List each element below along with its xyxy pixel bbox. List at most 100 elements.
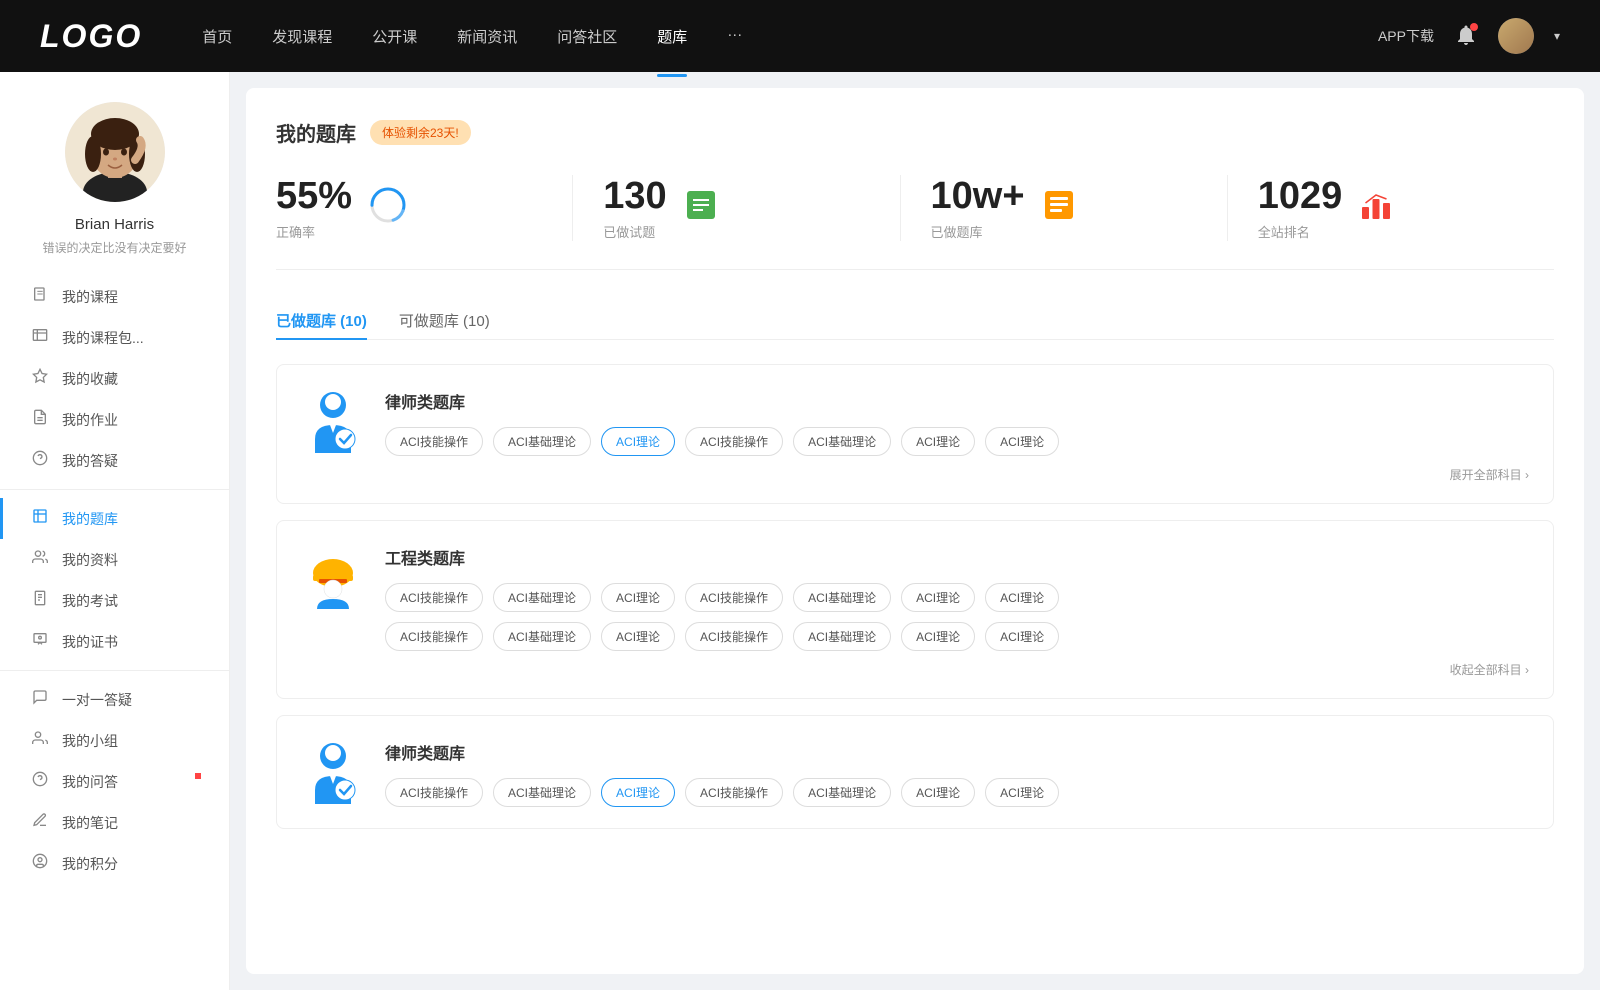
sidebar-item-questions[interactable]: 我的问答 xyxy=(0,761,229,802)
lawyer-icon xyxy=(305,389,361,453)
tag-item[interactable]: ACI基础理论 xyxy=(793,427,891,456)
tag-item[interactable]: ACI理论 xyxy=(601,583,675,612)
sidebar-item-favorites[interactable]: 我的收藏 xyxy=(0,358,229,399)
qbank-lawyer-2-tags: ACI技能操作 ACI基础理论 ACI理论 ACI技能操作 ACI基础理论 AC… xyxy=(385,778,1529,807)
sidebar-avatar-image xyxy=(65,102,165,202)
sidebar-item-profile[interactable]: 我的资料 xyxy=(0,539,229,580)
top-navigation: LOGO 首页 发现课程 公开课 新闻资讯 问答社区 题库 ··· APP下载 … xyxy=(0,0,1600,72)
tag-item[interactable]: ACI基础理论 xyxy=(493,583,591,612)
qa-icon xyxy=(30,450,50,471)
tag-item[interactable]: ACI理论 xyxy=(985,583,1059,612)
accuracy-label: 正确率 xyxy=(276,222,352,241)
nav-courses[interactable]: 发现课程 xyxy=(272,22,332,51)
main-layout: Brian Harris 错误的决定比没有决定要好 我的课程 我的课程包... … xyxy=(0,72,1600,990)
nav-news[interactable]: 新闻资讯 xyxy=(457,22,517,51)
rank-value: 1029 xyxy=(1258,175,1343,218)
tag-item[interactable]: ACI理论 xyxy=(901,427,975,456)
sidebar-item-questionbank[interactable]: 我的题库 xyxy=(0,498,229,539)
questionbank-icon xyxy=(30,508,50,529)
done-questions-value: 130 xyxy=(603,175,666,218)
qbank-lawyer-1-tags: ACI技能操作 ACI基础理论 ACI理论 ACI技能操作 ACI基础理论 AC… xyxy=(385,427,1529,456)
avatar-image xyxy=(1498,18,1534,54)
tag-item[interactable]: ACI理论 xyxy=(901,583,975,612)
tag-item[interactable]: ACI基础理论 xyxy=(493,778,591,807)
nav-right-section: APP下载 ▾ xyxy=(1378,18,1560,54)
notification-bell[interactable] xyxy=(1454,23,1478,50)
qbank-lawyer-1-header: 律师类题库 ACI技能操作 ACI基础理论 ACI理论 ACI技能操作 ACI基… xyxy=(301,385,1529,483)
tag-item[interactable]: ACI基础理论 xyxy=(493,427,591,456)
tag-item[interactable]: ACI基础理论 xyxy=(793,583,891,612)
sidebar-item-course-package[interactable]: 我的课程包... xyxy=(0,317,229,358)
stat-accuracy: 55% 正确率 xyxy=(276,175,573,241)
user-avatar[interactable] xyxy=(1498,18,1534,54)
nav-qa[interactable]: 问答社区 xyxy=(557,22,617,51)
sidebar-item-group[interactable]: 我的小组 xyxy=(0,720,229,761)
page-header: 我的题库 体验剩余23天! xyxy=(276,118,1554,147)
tag-item[interactable]: ACI技能操作 xyxy=(685,427,783,456)
qbank-lawyer-1-content: 律师类题库 ACI技能操作 ACI基础理论 ACI理论 ACI技能操作 ACI基… xyxy=(385,385,1529,483)
tag-item[interactable]: ACI基础理论 xyxy=(793,778,891,807)
notification-dot xyxy=(1470,23,1478,31)
qbank-engineer: 工程类题库 ACI技能操作 ACI基础理论 ACI理论 ACI技能操作 ACI基… xyxy=(276,520,1554,699)
nav-more[interactable]: ··· xyxy=(727,22,742,51)
sidebar-divider-1 xyxy=(0,489,229,490)
tag-item-active[interactable]: ACI理论 xyxy=(601,427,675,456)
qbank-lawyer-1: 律师类题库 ACI技能操作 ACI基础理论 ACI理论 ACI技能操作 ACI基… xyxy=(276,364,1554,504)
sidebar-item-my-courses[interactable]: 我的课程 xyxy=(0,276,229,317)
sidebar-item-notes[interactable]: 我的笔记 xyxy=(0,802,229,843)
tag-item[interactable]: ACI技能操作 xyxy=(685,622,783,651)
nav-home[interactable]: 首页 xyxy=(202,22,232,51)
expand-link-1[interactable]: 展开全部科目 › xyxy=(385,466,1529,483)
tag-item[interactable]: ACI技能操作 xyxy=(685,583,783,612)
course-package-icon xyxy=(30,327,50,348)
sidebar-motto: 错误的决定比没有决定要好 xyxy=(22,239,206,256)
engineer-icon xyxy=(305,545,361,609)
tag-item-active[interactable]: ACI理论 xyxy=(601,778,675,807)
qbank-lawyer-2-title: 律师类题库 xyxy=(385,736,1529,764)
nav-open-course[interactable]: 公开课 xyxy=(372,22,417,51)
tag-item[interactable]: ACI理论 xyxy=(901,778,975,807)
tutoring-icon xyxy=(30,689,50,710)
logo[interactable]: LOGO xyxy=(40,18,142,55)
tag-item[interactable]: ACI技能操作 xyxy=(385,778,483,807)
qbank-engineer-tags-row1: ACI技能操作 ACI基础理论 ACI理论 ACI技能操作 ACI基础理论 AC… xyxy=(385,583,1529,612)
tab-done-banks[interactable]: 已做题库 (10) xyxy=(276,302,367,339)
sidebar-username: Brian Harris xyxy=(75,216,154,233)
tab-available-banks[interactable]: 可做题库 (10) xyxy=(399,302,490,339)
tag-item[interactable]: ACI理论 xyxy=(985,622,1059,651)
stat-rank: 1029 全站排名 xyxy=(1228,175,1554,241)
done-questions-icon xyxy=(683,187,719,230)
sidebar-item-certificate[interactable]: 我的证书 xyxy=(0,621,229,662)
profile-icon xyxy=(30,549,50,570)
tag-item[interactable]: ACI理论 xyxy=(985,778,1059,807)
stat-done-banks: 10w+ 已做题库 xyxy=(901,175,1228,241)
sidebar-item-homework[interactable]: 我的作业 xyxy=(0,399,229,440)
tag-item[interactable]: ACI理论 xyxy=(601,622,675,651)
notes-icon xyxy=(30,812,50,833)
sidebar-item-qa[interactable]: 我的答疑 xyxy=(0,440,229,481)
avatar-dropdown-chevron[interactable]: ▾ xyxy=(1554,29,1560,43)
questions-icon xyxy=(30,771,50,792)
tag-item[interactable]: ACI技能操作 xyxy=(385,622,483,651)
sidebar-item-tutoring[interactable]: 一对一答疑 xyxy=(0,679,229,720)
tag-item[interactable]: ACI技能操作 xyxy=(385,583,483,612)
done-banks-label: 已做题库 xyxy=(931,222,1025,241)
tag-item[interactable]: ACI基础理论 xyxy=(493,622,591,651)
app-download-button[interactable]: APP下载 xyxy=(1378,26,1434,46)
tag-item[interactable]: ACI理论 xyxy=(985,427,1059,456)
my-courses-icon xyxy=(30,286,50,307)
qbank-lawyer-2-header: 律师类题库 ACI技能操作 ACI基础理论 ACI理论 ACI技能操作 ACI基… xyxy=(301,736,1529,808)
qbank-engineer-title: 工程类题库 xyxy=(385,541,1529,569)
sidebar-item-exams[interactable]: 我的考试 xyxy=(0,580,229,621)
group-icon xyxy=(30,730,50,751)
tag-item[interactable]: ACI技能操作 xyxy=(385,427,483,456)
sidebar-item-points[interactable]: 我的积分 xyxy=(0,843,229,884)
favorites-icon xyxy=(30,368,50,389)
tag-item[interactable]: ACI基础理论 xyxy=(793,622,891,651)
tag-item[interactable]: ACI技能操作 xyxy=(685,778,783,807)
nav-questionbank[interactable]: 题库 xyxy=(657,22,687,51)
tag-item[interactable]: ACI理论 xyxy=(901,622,975,651)
collapse-link[interactable]: 收起全部科目 › xyxy=(385,661,1529,678)
lawyer-2-icon xyxy=(305,740,361,804)
engineer-icon-wrap xyxy=(301,541,365,613)
